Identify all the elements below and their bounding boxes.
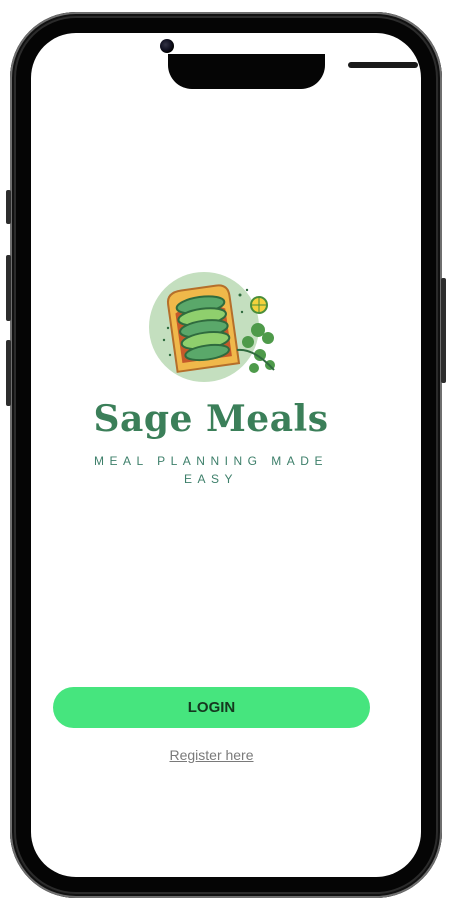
front-camera-icon bbox=[160, 39, 174, 53]
register-link[interactable]: Register here bbox=[0, 747, 423, 763]
tagline: MEAL PLANNING MADE EASY bbox=[94, 454, 328, 486]
side-button-volume-up bbox=[6, 255, 11, 321]
brand-name: Sage Meals bbox=[93, 398, 329, 440]
login-button[interactable]: LOGIN bbox=[53, 687, 370, 728]
speaker bbox=[348, 62, 418, 68]
notch bbox=[168, 54, 418, 89]
avocado-toast-logo-icon bbox=[149, 272, 275, 382]
side-button-mute bbox=[6, 190, 11, 224]
logo-area: Sage Meals MEAL PLANNING MADE EASY bbox=[16, 270, 406, 490]
side-button-power bbox=[441, 278, 446, 383]
side-button-volume-down bbox=[6, 340, 11, 406]
